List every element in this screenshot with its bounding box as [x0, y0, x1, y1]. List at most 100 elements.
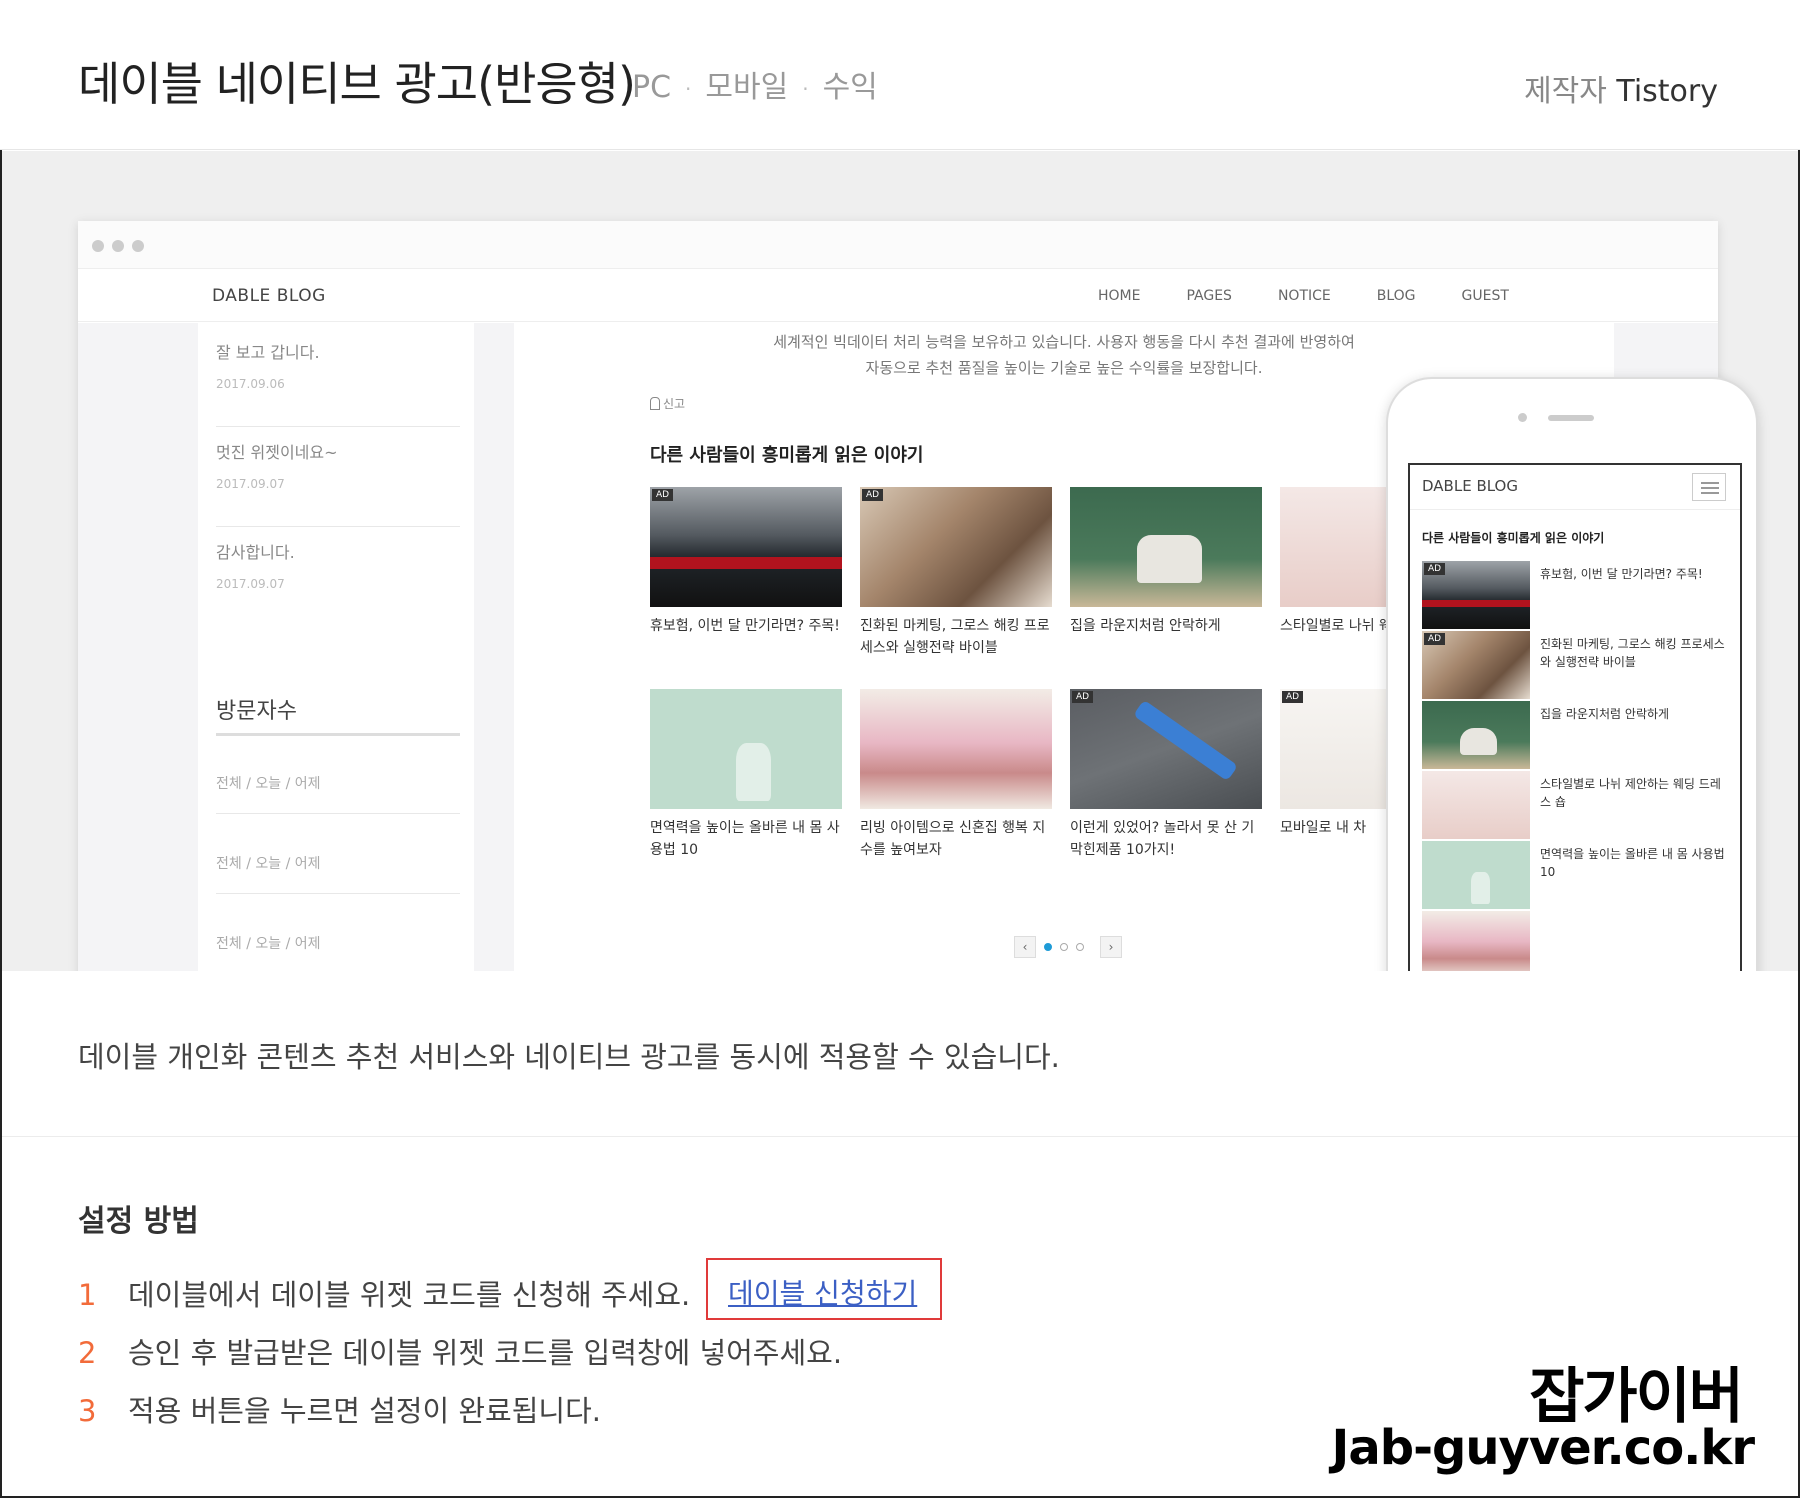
mobile-item-caption: 진화된 마케팅, 그로스 해킹 프로세스와 실행전략 바이블 — [1540, 637, 1725, 669]
mobile-recommend-title: 다른 사람들이 흥미롭게 읽은 이야기 — [1422, 531, 1605, 545]
pager-dot-active[interactable] — [1044, 943, 1052, 951]
maker-name: Tistory — [1616, 74, 1718, 109]
comment-date: 2017.09.07 — [216, 577, 285, 591]
intro-text: 세계적인 빅데이터 처리 능력을 보유하고 있습니다. 사용자 행동을 다시 추… — [514, 329, 1614, 381]
plugin-description: 데이블 개인화 콘텐츠 추천 서비스와 네이티브 광고를 동시에 적용할 수 있… — [78, 1040, 1060, 1074]
mobile-item-caption: 스타일별로 나뉘 제안하는 웨딩 드레스 숍 — [1540, 777, 1721, 809]
menu-pages: PAGES — [1186, 288, 1232, 304]
ad-badge: AD — [862, 489, 884, 501]
setup-step: 2 승인 후 발급받은 데이블 위젯 코드를 입력창에 넣어주세요. — [78, 1330, 842, 1372]
mobile-phone-mockup: DABLE BLOG 다른 사람들이 흥미롭게 읽은 이야기 AD 휴보험, 이… — [1386, 377, 1758, 971]
setup-step: 1 데이블에서 데이블 위젯 코드를 신청해 주세요. — [78, 1272, 690, 1314]
mobile-recommend-item[interactable]: 스타일별로 나뉘 제안하는 웨딩 드레스 숍 — [1422, 771, 1732, 841]
step-number: 2 — [78, 1336, 97, 1370]
setup-step: 3 적용 버튼을 누르면 설정이 완료됩니다. — [78, 1388, 601, 1430]
phone-camera-icon — [1518, 413, 1527, 422]
card-caption: 이런게 있었어? 놀라서 못 산 기막힌제품 10가지! — [1070, 820, 1255, 858]
carousel-pager: ‹ › — [1014, 936, 1122, 958]
blog-menu: HOME PAGES NOTICE BLOG GUEST — [1098, 288, 1509, 304]
recommend-card[interactable]: AD 휴보험, 이번 달 만기라면? 주목! — [650, 487, 842, 637]
recommend-widget-title: 다른 사람들이 흥미롭게 읽은 이야기 — [650, 445, 924, 466]
tag-revenue: 수익 — [822, 70, 878, 105]
browser-titlebar — [78, 221, 1718, 269]
step-text: 적용 버튼을 누르면 설정이 완료됩니다. — [128, 1394, 601, 1428]
card-caption: 진화된 마케팅, 그로스 해킹 프로세스와 실행전략 바이블 — [860, 618, 1050, 656]
recommend-card[interactable]: 면역력을 높이는 올바른 내 몸 사용법 10 — [650, 689, 842, 861]
card-thumbnail: AD — [1070, 689, 1262, 809]
setup-title: 설정 방법 — [78, 1204, 199, 1239]
visitor-count-row: 전체 / 오늘 / 어제 — [216, 853, 460, 894]
tag-mobile: 모바일 — [705, 70, 789, 105]
dable-apply-link[interactable]: 데이블 신청하기 — [728, 1272, 917, 1312]
comment-text: 감사합니다. — [216, 543, 295, 562]
mobile-blog-logo: DABLE BLOG — [1422, 477, 1518, 495]
card-thumbnail: AD — [860, 487, 1052, 607]
maker-label: 제작자 — [1524, 74, 1607, 109]
tag-pc: PC — [632, 70, 672, 105]
phone-speaker-icon — [1548, 415, 1594, 421]
window-dot-icon — [132, 240, 144, 252]
window-dot-icon — [92, 240, 104, 252]
comment-text: 멋진 위젯이네요~ — [216, 443, 338, 462]
comment-text: 잘 보고 갑니다. — [216, 343, 320, 362]
plugin-title: 데이블 네이티브 광고(반응형) — [78, 57, 636, 111]
card-thumbnail — [650, 689, 842, 809]
blog-navbar: DABLE BLOG HOME PAGES NOTICE BLOG GUEST — [78, 270, 1718, 322]
mobile-item-thumbnail — [1422, 911, 1530, 971]
menu-blog: BLOG — [1376, 288, 1416, 304]
plugin-tags: PC · 모바일 · 수익 — [632, 62, 878, 106]
step-number: 1 — [78, 1278, 97, 1312]
mobile-recommend-item[interactable]: AD 진화된 마케팅, 그로스 해킹 프로세스와 실행전략 바이블 — [1422, 631, 1732, 701]
recommend-card[interactable]: 리빙 아이템으로 신혼집 행복 지수를 높여보자 — [860, 689, 1052, 861]
visitor-count-row: 전체 / 오늘 / 어제 — [216, 933, 460, 971]
step-text: 데이블에서 데이블 위젯 코드를 신청해 주세요. — [128, 1278, 691, 1312]
comment-date: 2017.09.07 — [216, 477, 285, 491]
hamburger-menu-icon[interactable] — [1692, 473, 1726, 501]
report-icon — [650, 397, 660, 410]
recent-comment: 잘 보고 갑니다. 2017.09.06 — [216, 339, 460, 427]
tag-separator: · — [802, 76, 809, 101]
mobile-item-caption: 면역력을 높이는 올바른 내 몸 사용법 10 — [1540, 847, 1725, 879]
recommend-card[interactable]: AD 이런게 있었어? 놀라서 못 산 기막힌제품 10가지! — [1070, 689, 1262, 861]
card-thumbnail — [860, 689, 1052, 809]
ad-badge: AD — [1424, 563, 1446, 575]
visitor-count-title: 방문자수 — [216, 693, 460, 736]
menu-guest: GUEST — [1461, 288, 1509, 304]
report-link[interactable]: 신고 — [650, 395, 685, 412]
mobile-item-caption: 집을 라운지처럼 안락하게 — [1540, 707, 1670, 721]
visitor-count-row: 전체 / 오늘 / 어제 — [216, 773, 460, 814]
mobile-recommend-item[interactable]: AD 휴보험, 이번 달 만기라면? 주목! — [1422, 561, 1732, 631]
mobile-item-thumbnail: AD — [1422, 561, 1530, 629]
intro-line: 세계적인 빅데이터 처리 능력을 보유하고 있습니다. 사용자 행동을 다시 추… — [773, 333, 1355, 351]
blog-logo: DABLE BLOG — [212, 286, 326, 306]
card-thumbnail: AD — [650, 487, 842, 607]
plugin-preview: DABLE BLOG HOME PAGES NOTICE BLOG GUEST … — [2, 151, 1798, 971]
mobile-item-caption: 휴보험, 이번 달 만기라면? 주목! — [1540, 567, 1703, 581]
recommend-card[interactable]: 집을 라운지처럼 안락하게 — [1070, 487, 1262, 637]
mobile-item-thumbnail — [1422, 701, 1530, 769]
highlight-box: 데이블 신청하기 — [706, 1258, 942, 1320]
menu-notice: NOTICE — [1277, 288, 1331, 304]
mobile-recommend-item[interactable] — [1422, 911, 1732, 971]
mobile-recommend-item[interactable]: 면역력을 높이는 올바른 내 몸 사용법 10 — [1422, 841, 1732, 911]
card-thumbnail — [1070, 487, 1262, 607]
pager-next-button[interactable]: › — [1100, 936, 1122, 958]
phone-screen: DABLE BLOG 다른 사람들이 흥미롭게 읽은 이야기 AD 휴보험, 이… — [1408, 463, 1742, 971]
window-dot-icon — [112, 240, 124, 252]
card-caption: 휴보험, 이번 달 만기라면? 주목! — [650, 618, 840, 634]
pager-dot[interactable] — [1076, 943, 1084, 951]
mobile-recommend-item[interactable]: 집을 라운지처럼 안락하게 — [1422, 701, 1732, 771]
mobile-item-thumbnail — [1422, 841, 1530, 909]
plugin-maker: 제작자 Tistory — [1524, 66, 1718, 110]
pager-dot[interactable] — [1060, 943, 1068, 951]
comment-date: 2017.09.06 — [216, 377, 285, 391]
card-caption: 리빙 아이템으로 신혼집 행복 지수를 높여보자 — [860, 820, 1046, 858]
menu-home: HOME — [1098, 288, 1141, 304]
step-text: 승인 후 발급받은 데이블 위젯 코드를 입력창에 넣어주세요. — [128, 1336, 843, 1370]
mobile-divider — [1410, 509, 1740, 510]
ad-badge: AD — [1072, 691, 1094, 703]
pager-prev-button[interactable]: ‹ — [1014, 936, 1036, 958]
mobile-item-thumbnail: AD — [1422, 631, 1530, 699]
recommend-card[interactable]: AD 진화된 마케팅, 그로스 해킹 프로세스와 실행전략 바이블 — [860, 487, 1052, 659]
ad-badge: AD — [652, 489, 674, 501]
